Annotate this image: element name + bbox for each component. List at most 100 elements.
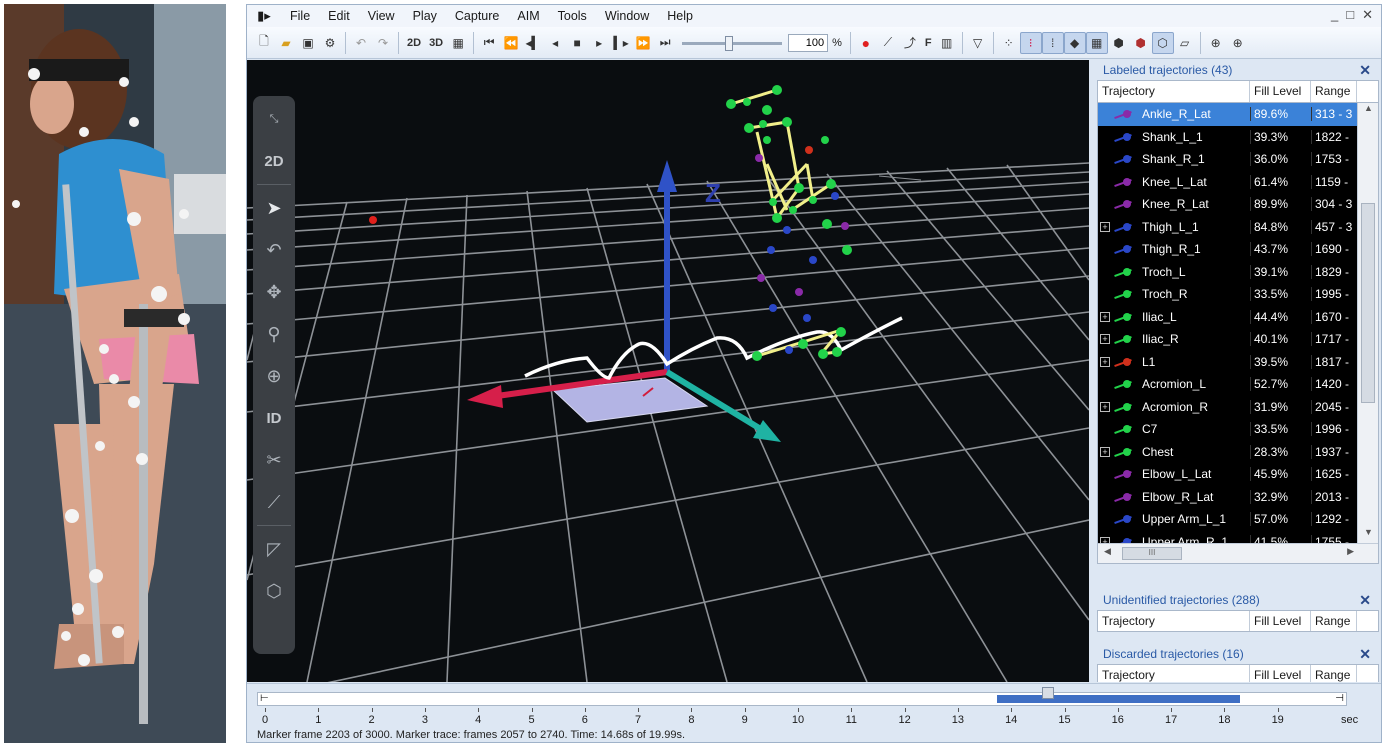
scroll-left-icon[interactable]: ◀ [1104,546,1111,557]
expand-plus-icon[interactable]: + [1100,311,1110,322]
play-forward-icon[interactable]: ▸ [588,32,610,54]
trajectory-row[interactable]: Knee_L_Lat 61.4% 1159 - [1098,171,1357,194]
volume-display-icon[interactable]: ◆ [1063,31,1086,54]
trajectory-row[interactable]: Ankle_R_Lat 89.6% 313 - 3 [1098,103,1357,126]
settings-gear-icon[interactable]: ⚙ [319,32,341,54]
trajectory-row[interactable]: + Thigh_L_1 84.8% 457 - 3 [1098,216,1357,239]
menu-tools[interactable]: Tools [549,5,596,27]
menu-view[interactable]: View [359,5,404,27]
bone-display-icon[interactable]: ⁞ [1041,31,1064,54]
close-labeled-panel-icon[interactable]: ✕ [1359,62,1371,79]
scroll-up-icon[interactable]: ▲ [1358,103,1379,119]
close-unidentified-panel-icon[interactable]: ✕ [1359,592,1371,609]
timeline-trace-range[interactable] [997,695,1240,703]
col-header-fill-level[interactable]: Fill Level [1250,611,1311,631]
trajectory-row[interactable]: Thigh_R_1 43.7% 1690 - [1098,238,1357,261]
menu-edit[interactable]: Edit [319,5,359,27]
force-button[interactable]: F [921,32,936,54]
rigid-body-icon[interactable]: ⬢ [1130,32,1152,54]
menu-play[interactable]: Play [404,5,446,27]
filter-icon[interactable]: ▽ [967,32,989,54]
menu-window[interactable]: Window [596,5,658,27]
col-header-fill-level[interactable]: Fill Level [1250,81,1311,102]
trajectory-tool-icon[interactable]: ⤴ [899,32,921,54]
trajectory-row[interactable]: Elbow_R_Lat 32.9% 2013 - [1098,486,1357,509]
pan-move-icon[interactable]: ✥ [253,271,295,313]
trajectory-row[interactable]: + Chest 28.3% 1937 - [1098,441,1357,464]
record-icon[interactable]: ● [855,32,877,54]
plane-display-icon[interactable]: ▱ [1174,32,1196,54]
plane-view-icon[interactable]: ◸ [253,528,295,570]
marker-display-icon[interactable]: ⁘ [998,32,1020,54]
view-3d-button[interactable]: 3D [425,32,447,54]
redo-icon[interactable]: ↷ [372,32,394,54]
trajectory-row[interactable]: Shank_R_1 36.0% 1753 - [1098,148,1357,171]
close-discarded-panel-icon[interactable]: ✕ [1359,646,1371,663]
trajectory-row[interactable]: C7 33.5% 1996 - [1098,418,1357,441]
rotate-icon[interactable]: ↶ [253,229,295,271]
expand-icon[interactable]: ⤡ [253,98,295,140]
bone-tool-icon[interactable]: ⟋ [877,32,899,54]
bone-link-icon[interactable]: ⟋ [253,481,295,523]
scroll-down-icon[interactable]: ▼ [1358,527,1379,543]
cube-view-icon[interactable]: ⬡ [253,570,295,612]
identify-id-tool[interactable]: ID [253,397,295,439]
cube-display-icon[interactable]: ⬡ [1151,31,1174,54]
restore-button[interactable]: □ [1346,7,1354,23]
save-icon[interactable]: ▣ [297,32,319,54]
horizontal-scroll-thumb[interactable]: III [1122,547,1182,560]
trace-display-icon[interactable]: ⁝ [1019,31,1042,54]
trajectory-row[interactable]: Elbow_L_Lat 45.9% 1625 - [1098,463,1357,486]
trajectory-row[interactable]: Shank_L_1 39.3% 1822 - [1098,126,1357,149]
app-logo-icon[interactable]: ▮▸ [247,8,281,24]
menu-file[interactable]: File [281,5,319,27]
timeline-end-marker-icon[interactable]: ⊣ [1335,693,1344,704]
col-header-trajectory[interactable]: Trajectory [1098,665,1250,682]
step-back-icon[interactable]: ◂▍ [522,32,544,54]
expand-plus-icon[interactable]: + [1100,401,1110,412]
playback-speed-input[interactable] [788,33,829,52]
fast-rewind-icon[interactable]: ⏪ [500,32,522,54]
close-button[interactable]: ✕ [1362,7,1373,23]
col-header-range[interactable]: Range [1311,665,1357,682]
play-backward-icon[interactable]: ◂ [544,32,566,54]
camera-view-icon[interactable]: ⬢ [1108,32,1130,54]
menu-capture[interactable]: Capture [446,5,508,27]
view-2d-toggle[interactable]: 2D [253,140,295,182]
menu-help[interactable]: Help [658,5,702,27]
fast-forward-icon[interactable]: ⏩ [632,32,654,54]
trajectory-row[interactable]: + Iliac_R 40.1% 1717 - [1098,328,1357,351]
open-folder-icon[interactable]: ▰ [275,32,297,54]
menu-aim[interactable]: AIM [508,5,548,27]
grid-display-icon[interactable]: ▦ [1085,31,1108,54]
3d-viewport[interactable]: Z ⤡ 2D ➤ ↶ ✥ ⚲ ⊕ ID ✂ ⟋ ◸ ⬡ [247,60,1089,682]
select-arrow-icon[interactable]: ➤ [253,187,295,229]
trajectory-row[interactable]: Troch_R 33.5% 1995 - [1098,283,1357,306]
view-2d-button[interactable]: 2D [403,32,425,54]
speed-slider-knob[interactable] [725,35,734,51]
playback-speed-slider[interactable] [682,34,783,52]
trajectory-row[interactable]: Troch_L 39.1% 1829 - [1098,261,1357,284]
col-header-trajectory[interactable]: Trajectory [1098,611,1250,631]
horizontal-scrollbar[interactable]: ◀ III ▶ [1098,543,1378,563]
col-header-trajectory[interactable]: Trajectory [1098,81,1250,102]
trajectory-row[interactable]: Acromion_L 52.7% 1420 - [1098,373,1357,396]
new-file-icon[interactable]: 🗋 [253,32,275,54]
grid-toggle-icon[interactable]: ▥ [936,32,958,54]
cut-scissors-icon[interactable]: ✂ [253,439,295,481]
scroll-right-icon[interactable]: ▶ [1347,546,1354,557]
trajectory-row[interactable]: + Iliac_L 44.4% 1670 - [1098,306,1357,329]
timeline-current-frame-handle[interactable] [1042,687,1055,699]
trajectory-row[interactable]: + Acromion_R 31.9% 2045 - [1098,396,1357,419]
step-forward-icon[interactable]: ▍▸ [610,32,632,54]
trajectory-row[interactable]: Upper Arm_L_1 57.0% 1292 - [1098,508,1357,531]
zoom-magnifier-icon[interactable]: ⚲ [253,313,295,355]
center-target-icon[interactable]: ⊕ [253,355,295,397]
minimize-button[interactable]: _ [1331,7,1338,23]
timeline-track[interactable]: ⊢ ⊣ [257,687,1347,706]
crosshair-settings-icon[interactable]: ⊕ [1227,32,1249,54]
undo-icon[interactable]: ↶ [350,32,372,54]
trajectory-row[interactable]: Knee_R_Lat 89.9% 304 - 3 [1098,193,1357,216]
expand-plus-icon[interactable]: + [1100,334,1110,345]
stop-icon[interactable]: ■ [566,32,588,54]
